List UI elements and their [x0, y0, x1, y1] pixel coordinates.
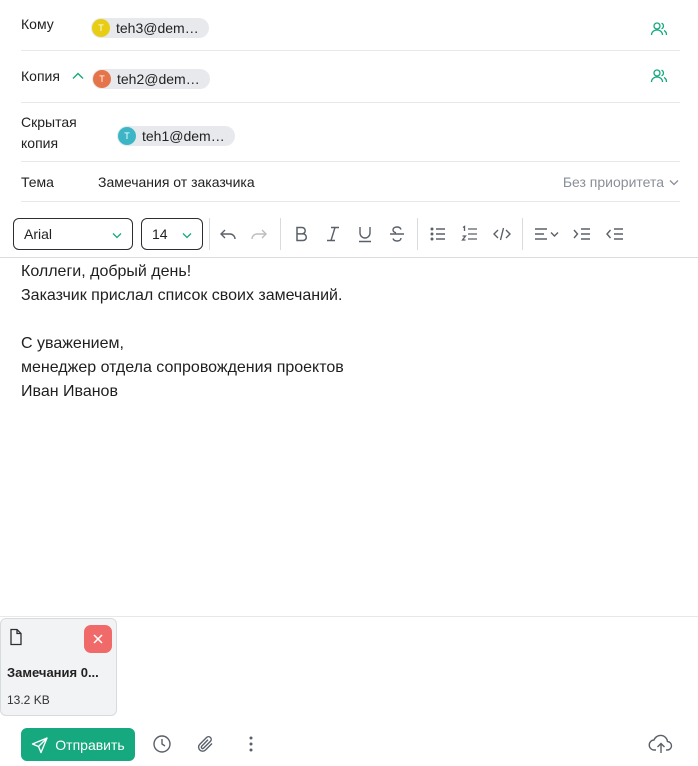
underline-icon[interactable] [354, 223, 376, 245]
avatar: T [118, 127, 136, 145]
formatting-toolbar: Arial 14 [0, 210, 698, 258]
priority-label: Без приоритета [562, 174, 664, 190]
body-line: Иван Иванов [21, 383, 118, 400]
recipient-email: teh1@dem… [142, 128, 225, 144]
body-line: менеджер отдела сопровождения проектов [21, 359, 344, 376]
font-family-value: Arial [24, 226, 53, 242]
cc-row: Копия T teh2@dem… [21, 51, 680, 103]
message-body[interactable]: Коллеги, добрый день! Заказчик прислал с… [21, 260, 344, 404]
avatar: T [93, 70, 111, 88]
font-family-select[interactable]: Arial [13, 218, 133, 250]
chevron-down-icon [112, 233, 122, 239]
toolbar-divider [209, 218, 210, 250]
send-icon [32, 736, 48, 753]
subject-input[interactable]: Замечания от заказчика [98, 172, 255, 192]
schedule-clock-icon[interactable] [151, 733, 173, 755]
cloud-upload-icon[interactable] [648, 733, 674, 755]
bcc-row: Скрытая копия T teh1@dem… [21, 103, 680, 162]
bcc-label-line1: Скрытая [21, 114, 77, 130]
align-left-icon[interactable] [533, 223, 561, 245]
toolbar-divider [280, 218, 281, 250]
body-line: Коллеги, добрый день! [21, 263, 192, 280]
font-size-select[interactable]: 14 [141, 218, 203, 250]
recipient-chip[interactable]: T teh3@dem… [91, 18, 209, 38]
bold-icon[interactable] [290, 223, 312, 245]
send-button[interactable]: Отправить [21, 728, 135, 761]
body-line [21, 308, 344, 332]
attachments-divider [0, 616, 698, 617]
redo-icon[interactable] [248, 223, 270, 245]
outdent-icon[interactable] [604, 223, 626, 245]
code-icon[interactable] [491, 223, 513, 245]
priority-select[interactable]: Без приоритета [563, 172, 680, 192]
toolbar-divider [417, 218, 418, 250]
avatar: T [92, 19, 110, 37]
contacts-icon[interactable] [650, 67, 668, 85]
body-line: Заказчик прислал список своих замечаний. [21, 287, 343, 304]
file-icon [8, 628, 24, 651]
remove-attachment-button[interactable] [84, 625, 112, 653]
recipient-email: teh3@dem… [116, 20, 199, 36]
to-row: Кому T teh3@dem… [21, 0, 680, 51]
subject-row: Тема Замечания от заказчика Без приорите… [21, 162, 680, 202]
attachment-size: 13.2 KB [7, 693, 50, 707]
bulleted-list-icon[interactable] [427, 223, 449, 245]
contacts-icon[interactable] [650, 20, 668, 38]
italic-icon[interactable] [322, 223, 344, 245]
numbered-list-icon[interactable] [459, 223, 481, 245]
toolbar-divider [522, 218, 523, 250]
strikethrough-icon[interactable] [386, 223, 408, 245]
recipient-chip[interactable]: T teh2@dem… [92, 69, 210, 89]
recipient-email: teh2@dem… [117, 71, 200, 87]
recipient-chip[interactable]: T teh1@dem… [117, 126, 235, 146]
attachment-name: Замечания 0... [7, 665, 99, 680]
indent-icon[interactable] [571, 223, 593, 245]
paperclip-icon[interactable] [195, 733, 217, 755]
bcc-label-line2: копия [21, 135, 59, 151]
more-options-icon[interactable] [240, 733, 262, 755]
send-label: Отправить [55, 736, 125, 753]
font-size-value: 14 [152, 226, 168, 242]
chevron-down-icon [669, 180, 679, 186]
to-label: Кому [21, 16, 54, 32]
chevron-up-icon[interactable] [71, 69, 85, 83]
undo-icon[interactable] [217, 223, 239, 245]
cc-label: Копия [21, 68, 60, 84]
chevron-down-icon [182, 233, 192, 239]
body-line: С уважением, [21, 335, 124, 352]
attachment-card[interactable]: Замечания 0... 13.2 KB [0, 618, 117, 716]
subject-label: Тема [21, 174, 54, 190]
close-icon [93, 634, 103, 644]
